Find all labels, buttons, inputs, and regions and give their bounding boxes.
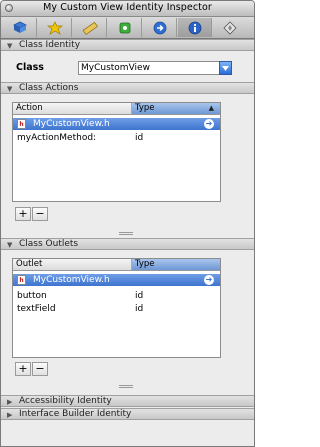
chevron-down-icon	[222, 65, 229, 71]
grip-line	[119, 385, 133, 386]
sort-ascending-icon: ▲	[208, 104, 214, 112]
column-type-label: Type	[135, 103, 155, 113]
class-identity-header[interactable]: ▼ Class Identity	[1, 39, 254, 51]
tab-attributes[interactable]	[3, 18, 37, 37]
tab-connections[interactable]	[108, 18, 142, 37]
split-handle[interactable]	[1, 383, 254, 389]
grip-line	[119, 234, 133, 235]
class-label: Class	[16, 62, 44, 73]
accessibility-identity-header[interactable]: ▶ Accessibility Identity	[1, 395, 254, 407]
disclosure-open-icon: ▼	[7, 241, 13, 249]
disclosure-open-icon: ▼	[7, 42, 13, 50]
attributes-icon	[12, 21, 27, 33]
size-ruler-icon	[82, 21, 98, 35]
go-arrow-icon[interactable]: ➔	[204, 119, 214, 129]
header-file-icon: h	[17, 275, 26, 285]
inspector-window: My Custom View Identity Inspector ▼ Clas…	[0, 0, 255, 447]
column-type[interactable]: Type ▲	[131, 103, 220, 114]
grip-line	[119, 232, 133, 233]
add-action-button[interactable]: +	[15, 207, 31, 221]
disclosure-closed-icon: ▶	[7, 411, 13, 419]
table-header: Outlet Type	[13, 259, 220, 271]
table-header: Action Type ▲	[13, 103, 220, 115]
tab-applescript[interactable]	[213, 18, 247, 37]
applescript-icon	[223, 20, 237, 35]
class-outlets-header[interactable]: ▼ Class Outlets	[1, 238, 254, 250]
outlet-name[interactable]: textField	[17, 303, 56, 315]
column-action[interactable]: Action	[13, 103, 131, 114]
class-actions-header[interactable]: ▼ Class Actions	[1, 82, 254, 94]
group-label: MyCustomView.h	[33, 119, 110, 129]
effects-icon	[46, 20, 63, 35]
group-row-header[interactable]: h MyCustomView.h ➔	[13, 118, 220, 130]
header-file-icon: h	[17, 119, 26, 129]
bindings-arrow-icon	[153, 21, 166, 34]
tab-size[interactable]	[73, 18, 107, 37]
window-title: My Custom View Identity Inspector	[43, 2, 212, 13]
group-row-header[interactable]: h MyCustomView.h ➔	[13, 274, 220, 286]
title-bar: My Custom View Identity Inspector	[1, 1, 254, 17]
column-type[interactable]: Type	[131, 259, 220, 270]
class-value: MyCustomView	[81, 63, 150, 73]
remove-action-button[interactable]: −	[32, 207, 48, 221]
tab-identity[interactable]	[178, 18, 212, 37]
disclosure-open-icon: ▼	[7, 85, 13, 93]
interface-builder-identity-header[interactable]: ▶ Interface Builder Identity	[1, 408, 254, 420]
combobox-dropdown-button[interactable]	[219, 61, 232, 75]
tab-bindings[interactable]	[143, 18, 177, 37]
outlet-type[interactable]: id	[135, 303, 143, 315]
go-arrow-icon[interactable]: ➔	[204, 275, 214, 285]
disclosure-closed-icon: ▶	[7, 398, 13, 406]
action-name[interactable]: myActionMethod:	[17, 132, 96, 144]
add-outlet-button[interactable]: +	[15, 362, 31, 376]
inspector-toolbar	[1, 17, 254, 39]
grip-line	[119, 387, 133, 388]
outlets-table[interactable]: Outlet Type h MyCustomView.h ➔ button id…	[12, 258, 221, 358]
connections-icon	[119, 22, 130, 33]
outlet-type[interactable]: id	[135, 290, 143, 302]
split-handle[interactable]	[1, 230, 254, 236]
remove-outlet-button[interactable]: −	[32, 362, 48, 376]
identity-info-icon	[188, 21, 201, 34]
class-combobox[interactable]: MyCustomView	[78, 61, 232, 75]
action-type[interactable]: id	[135, 132, 143, 144]
outlet-name[interactable]: button	[17, 290, 47, 302]
actions-table[interactable]: Action Type ▲ h MyCustomView.h ➔ myActio…	[12, 102, 221, 202]
column-outlet[interactable]: Outlet	[13, 259, 131, 270]
tab-effects[interactable]	[38, 18, 72, 37]
group-label: MyCustomView.h	[33, 275, 110, 285]
